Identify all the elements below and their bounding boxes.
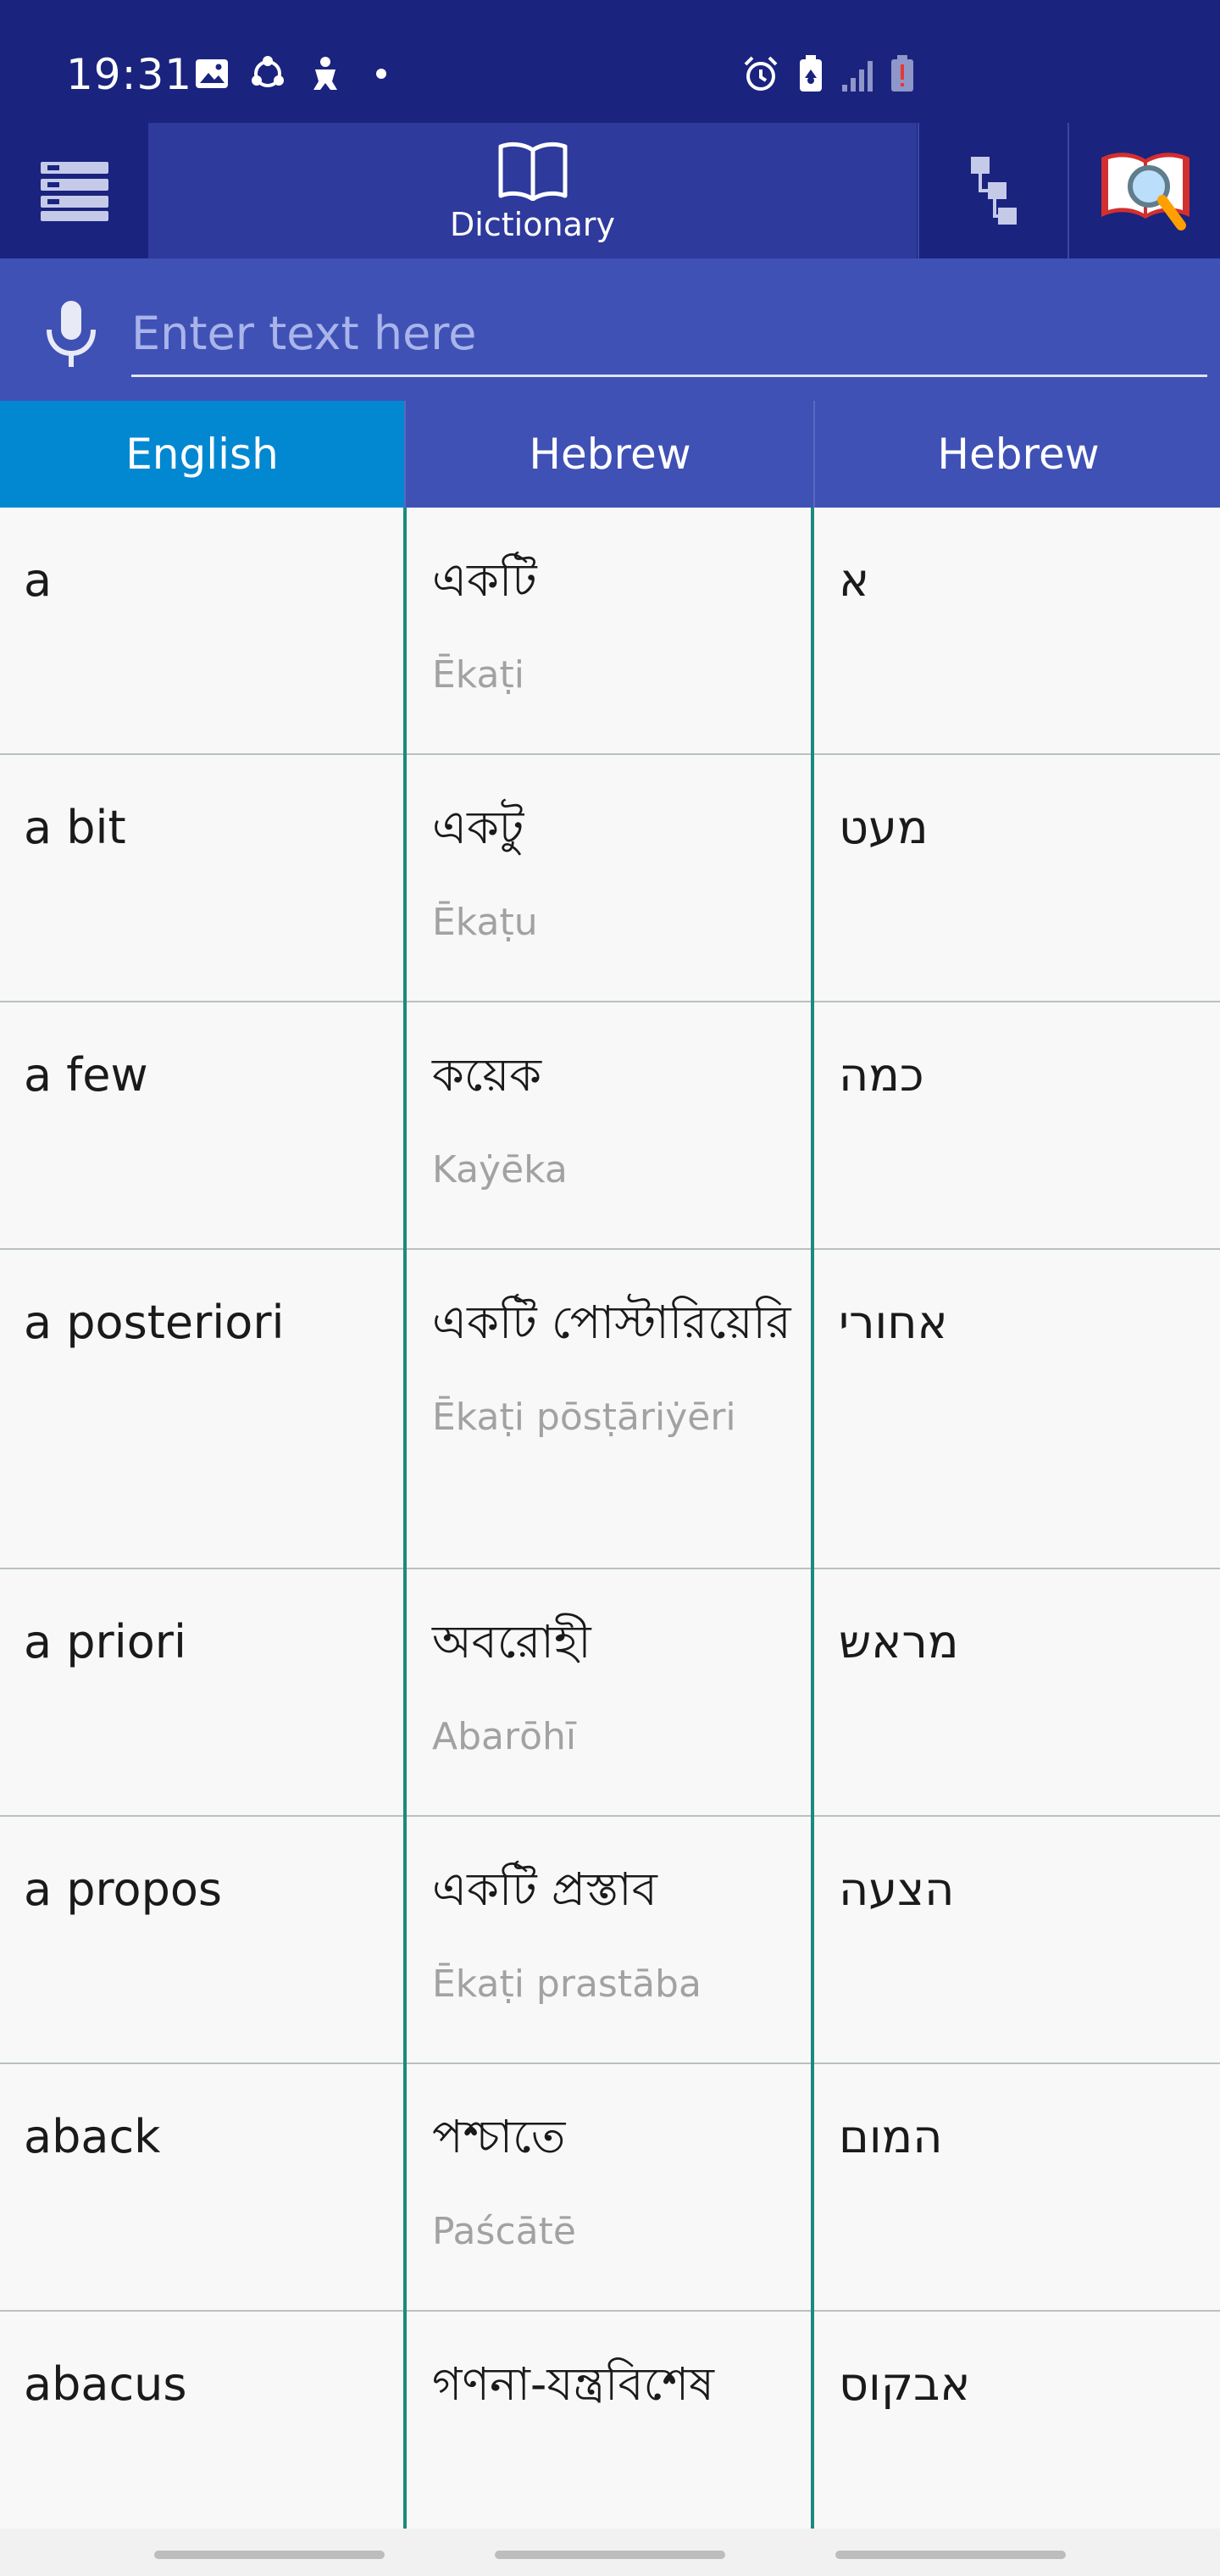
transliteration: Ēkaṭi prastāba (432, 1963, 702, 2006)
android-debug-icon (313, 57, 337, 90)
column-divider (403, 508, 407, 2529)
bengali-translation: একটু (432, 801, 524, 854)
hebrew-translation: אחורי (839, 1296, 948, 1349)
transliteration: Ēkaṭi (432, 653, 524, 697)
column-divider (811, 508, 814, 2529)
table-row[interactable]: a priori অবরোহী Abarōhī מראש (0, 1569, 1220, 1817)
transliteration: Paścātē (432, 2210, 576, 2253)
bengali-translation: একটি পোস্টারিয়েরি (432, 1296, 791, 1349)
signal-icon (842, 61, 873, 92)
table-row[interactable]: aback পশ্চাতে Paścātē המום (0, 2064, 1220, 2312)
toolbar: Dictionary (0, 123, 1220, 258)
dictionary-table: a একটি Ēkaṭi א a bit একটু Ēkaṭu מעט a few … (0, 508, 1220, 2529)
table-row[interactable]: a একটি Ēkaṭi א (0, 508, 1220, 755)
status-time: 19:31 (66, 50, 193, 99)
table-row[interactable]: a posteriori একটি পোস্টারিয়েরি Ēkaṭi pōs… (0, 1250, 1220, 1569)
menu-button[interactable] (0, 123, 148, 258)
table-row[interactable]: abacus গণনা-যন্ত্রবিশেষ אבקוס (0, 2312, 1220, 2529)
nav-home-handle[interactable] (495, 2551, 725, 2559)
table-row[interactable]: a bit একটু Ēkaṭu מעט (0, 755, 1220, 1002)
menu-icon (40, 162, 108, 221)
dictionary-tab[interactable]: Dictionary (148, 123, 917, 258)
english-term: a priori (24, 1615, 186, 1668)
bengali-translation: অবরোহী (432, 1615, 591, 1668)
hebrew-translation: מעט (839, 801, 929, 854)
bengali-translation: গণনা-যন্ত্রবিশেষ (432, 2357, 714, 2411)
magnifier-book-icon (1101, 153, 1190, 230)
transliteration: Abarōhī (432, 1715, 577, 1758)
search-bar (0, 258, 1220, 401)
dot-icon (376, 69, 386, 79)
hebrew-translation: הצעה (839, 1863, 955, 1916)
sync-icon (252, 56, 284, 87)
english-term: abacus (24, 2357, 187, 2411)
search-input[interactable] (131, 292, 1207, 377)
bengali-translation: কয়েক (432, 1048, 542, 1102)
transliteration: Ēkaṭu (432, 901, 538, 944)
transliteration: Ēkaṭi pōsṭāriẏēri (432, 1396, 736, 1439)
table-row[interactable]: a propos একটি প্রস্তাব Ēkaṭi prastāba הצע… (0, 1817, 1220, 2064)
hebrew-translation: כמה (839, 1048, 924, 1102)
nav-recents-handle[interactable] (835, 2551, 1066, 2559)
navigation-bar (0, 2529, 1220, 2576)
column-header-english[interactable]: English (0, 401, 404, 508)
hebrew-translation: המום (839, 2110, 943, 2163)
gallery-icon (196, 59, 228, 88)
english-term: aback (24, 2110, 161, 2163)
microphone-icon[interactable] (41, 299, 102, 372)
hebrew-translation: מראש (839, 1615, 959, 1668)
battery-saver-icon (800, 55, 822, 92)
book-icon (498, 142, 567, 201)
english-term: a propos (24, 1863, 223, 1916)
column-header-hebrew-2[interactable]: Hebrew (813, 401, 1220, 508)
english-term: a bit (24, 801, 126, 854)
hebrew-translation: א (839, 553, 870, 607)
bengali-translation: একটি (432, 553, 537, 607)
english-term: a (24, 553, 53, 607)
transliteration: Kaẏēka (432, 1148, 568, 1191)
tree-view-icon (970, 157, 1017, 225)
nav-back-handle[interactable] (154, 2551, 385, 2559)
bengali-translation: পশ্চাতে (432, 2110, 566, 2163)
table-row[interactable]: a few কয়েক Kaẏēka כמה (0, 1002, 1220, 1250)
english-term: a posteriori (24, 1296, 285, 1349)
battery-low-icon (891, 55, 913, 92)
column-headers: English Hebrew Hebrew (0, 401, 1220, 508)
tree-view-button[interactable] (918, 123, 1069, 258)
dictionary-label: Dictionary (450, 206, 615, 243)
column-header-hebrew-1[interactable]: Hebrew (404, 401, 814, 508)
alarm-icon (744, 56, 778, 91)
hebrew-translation: אבקוס (839, 2357, 971, 2411)
dictionary-search-button[interactable] (1068, 123, 1220, 258)
status-bar: 19:31 (0, 0, 1220, 123)
bengali-translation: একটি প্রস্তাব (432, 1863, 657, 1916)
english-term: a few (24, 1048, 148, 1102)
